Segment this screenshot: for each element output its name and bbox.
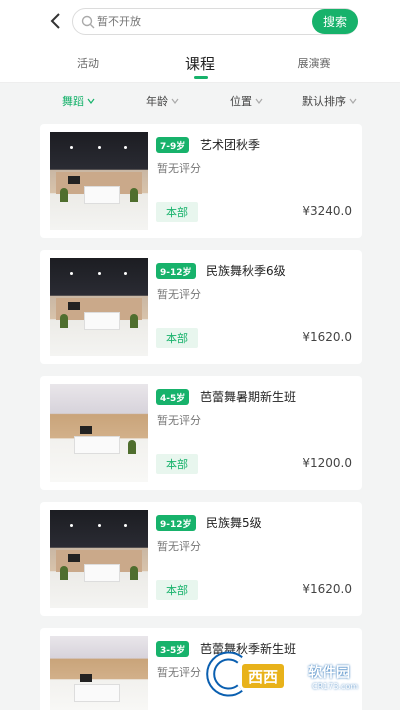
- tab-performances[interactable]: 展演赛: [282, 44, 346, 82]
- course-price: ¥1200.0: [302, 456, 352, 470]
- filter-label: 年龄: [146, 95, 168, 108]
- course-rating: 暂无评分: [157, 162, 201, 175]
- caret-down-icon: [87, 98, 95, 104]
- age-badge: 7-9岁: [156, 137, 190, 153]
- campus-tag: 本部: [156, 328, 198, 348]
- course-card[interactable]: 9-12岁 民族舞5级 暂无评分 本部 ¥1620.0: [40, 502, 362, 616]
- course-title: 艺术团秋季: [200, 138, 261, 152]
- course-rating: 暂无评分: [157, 540, 201, 553]
- course-title: 民族舞5级: [206, 516, 262, 530]
- filter-dance[interactable]: 舞蹈: [62, 84, 95, 118]
- tab-activities[interactable]: 活动: [56, 44, 120, 82]
- active-tab-indicator: [194, 76, 208, 79]
- course-card[interactable]: 7-9岁 艺术团秋季 暂无评分 本部 ¥3240.0: [40, 124, 362, 238]
- filter-sort[interactable]: 默认排序: [302, 84, 357, 118]
- filter-label: 位置: [230, 95, 252, 108]
- filter-label: 舞蹈: [62, 95, 84, 108]
- back-button[interactable]: [44, 8, 66, 34]
- course-rating: 暂无评分: [157, 666, 201, 679]
- filter-label: 默认排序: [302, 95, 346, 108]
- filter-bar: 舞蹈 年龄 位置 默认排序: [40, 84, 362, 118]
- course-rating: 暂无评分: [157, 288, 201, 301]
- caret-down-icon: [171, 98, 179, 104]
- caret-down-icon: [349, 98, 357, 104]
- tab-bar: 活动 课程 展演赛: [0, 44, 400, 83]
- watermark-box: 西西: [242, 664, 285, 688]
- age-badge: 3-5岁: [156, 641, 190, 657]
- chevron-left-icon: [50, 13, 60, 29]
- campus-tag: 本部: [156, 580, 198, 600]
- caret-down-icon: [255, 98, 263, 104]
- campus-tag: 本部: [156, 202, 198, 222]
- filter-age[interactable]: 年龄: [146, 84, 179, 118]
- course-thumbnail: [50, 132, 148, 230]
- age-badge: 4-5岁: [156, 389, 190, 405]
- top-bar: 搜索: [0, 0, 400, 44]
- course-card[interactable]: 4-5岁 芭蕾舞暑期新生班 暂无评分 本部 ¥1200.0: [40, 376, 362, 490]
- search-input[interactable]: [97, 12, 297, 31]
- course-thumbnail: [50, 384, 148, 482]
- course-card[interactable]: 9-12岁 民族舞秋季6级 暂无评分 本部 ¥1620.0: [40, 250, 362, 364]
- course-title: 芭蕾舞暑期新生班: [200, 390, 297, 404]
- course-price: ¥1620.0: [302, 582, 352, 596]
- course-thumbnail: [50, 258, 148, 356]
- course-thumbnail: [50, 510, 148, 608]
- course-price: ¥1620.0: [302, 330, 352, 344]
- course-thumbnail: [50, 636, 148, 710]
- course-price: ¥3240.0: [302, 204, 352, 218]
- filter-location[interactable]: 位置: [230, 84, 263, 118]
- search-icon: [81, 15, 95, 29]
- course-rating: 暂无评分: [157, 414, 201, 427]
- campus-tag: 本部: [156, 454, 198, 474]
- watermark-text: 软件园: [308, 665, 350, 681]
- watermark: 西西 软件园 CR173.com: [200, 650, 386, 698]
- search-button[interactable]: 搜索: [312, 9, 358, 34]
- age-badge: 9-12岁: [156, 263, 196, 279]
- course-title: 民族舞秋季6级: [206, 264, 286, 278]
- age-badge: 9-12岁: [156, 515, 196, 531]
- watermark-sub: CR173.com: [312, 682, 359, 691]
